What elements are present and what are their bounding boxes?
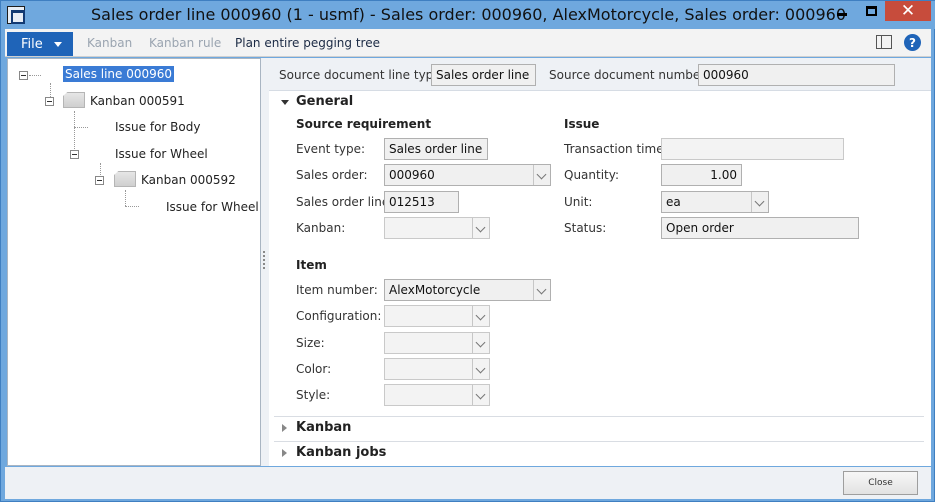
window-title: Sales order line 000960 (1 - usmf) - Sal… bbox=[90, 5, 846, 24]
unit-value: ea bbox=[666, 195, 681, 209]
status-field[interactable]: Open order bbox=[661, 217, 859, 239]
color-field[interactable] bbox=[384, 358, 490, 380]
kanban-icon bbox=[63, 92, 85, 108]
item-title: Item bbox=[296, 258, 327, 272]
action-pane: File Kanban Kanban rule Plan entire pegg… bbox=[5, 29, 931, 57]
close-icon: ✕ bbox=[900, 1, 916, 21]
section-general-header[interactable]: General bbox=[296, 94, 353, 109]
color-label: Color: bbox=[296, 362, 332, 376]
tree-collapse-icon[interactable] bbox=[70, 150, 79, 159]
tree-node-issue-for-wheel-leaf[interactable]: Issue for Wheel bbox=[166, 200, 259, 214]
chevron-down-icon[interactable] bbox=[472, 385, 489, 405]
quantity-label: Quantity: bbox=[564, 168, 620, 182]
style-field[interactable] bbox=[384, 384, 490, 406]
kanban-icon bbox=[114, 171, 136, 187]
chevron-down-icon bbox=[53, 41, 62, 47]
source-requirement-title: Source requirement bbox=[296, 117, 432, 131]
item-number-value: AlexMotorcycle bbox=[389, 283, 481, 297]
window-frame: Sales order line 000960 (1 - usmf) - Sal… bbox=[0, 0, 935, 502]
tree-connector bbox=[125, 190, 126, 206]
splitter-grip-icon[interactable] bbox=[263, 251, 265, 269]
line-type-field[interactable]: Sales order line bbox=[431, 64, 536, 86]
file-menu-label: File bbox=[21, 36, 43, 52]
header-strip: Source document line type: Sales order l… bbox=[269, 58, 931, 91]
section-divider bbox=[274, 416, 924, 417]
close-window-button[interactable]: ✕ bbox=[885, 1, 931, 21]
tree-collapse-icon[interactable] bbox=[45, 97, 54, 106]
close-button[interactable]: Close bbox=[843, 471, 918, 495]
section-kanban-jobs-header[interactable]: Kanban jobs bbox=[296, 445, 386, 460]
item-number-label: Item number: bbox=[296, 283, 378, 297]
kanban-button[interactable]: Kanban bbox=[87, 36, 132, 50]
kanban-label: Kanban: bbox=[296, 221, 346, 235]
chevron-down-icon[interactable] bbox=[533, 280, 550, 300]
tree-collapse-icon[interactable] bbox=[95, 176, 104, 185]
kanban-field[interactable] bbox=[384, 217, 490, 239]
expand-kanban-icon[interactable] bbox=[282, 424, 287, 432]
section-kanban-header[interactable]: Kanban bbox=[296, 420, 351, 435]
event-type-label: Event type: bbox=[296, 142, 366, 156]
sales-order-field[interactable]: 000960 bbox=[384, 164, 551, 186]
title-bar[interactable]: Sales order line 000960 (1 - usmf) - Sal… bbox=[1, 1, 935, 29]
unit-label: Unit: bbox=[564, 195, 593, 209]
sales-order-label: Sales order: bbox=[296, 168, 368, 182]
tree-node-issue-for-wheel[interactable]: Issue for Wheel bbox=[115, 147, 208, 161]
maximize-button[interactable] bbox=[857, 1, 885, 21]
file-menu-button[interactable]: File bbox=[7, 32, 73, 56]
status-label: Status: bbox=[564, 221, 607, 235]
event-type-field[interactable]: Sales order line bbox=[384, 138, 488, 160]
chevron-down-icon[interactable] bbox=[472, 306, 489, 326]
sales-order-value: 000960 bbox=[389, 168, 435, 182]
minimize-icon bbox=[837, 12, 847, 16]
tree-connector bbox=[125, 206, 139, 207]
tree-node-issue-for-body[interactable]: Issue for Body bbox=[115, 120, 200, 134]
doc-number-label: Source document number: bbox=[549, 68, 710, 82]
transaction-time-label: Transaction time: bbox=[564, 142, 668, 156]
panel-layout-icon[interactable] bbox=[876, 35, 892, 49]
plan-entire-pegging-tree-button[interactable]: Plan entire pegging tree bbox=[235, 36, 380, 50]
chevron-down-icon[interactable] bbox=[472, 333, 489, 353]
configuration-field[interactable] bbox=[384, 305, 490, 327]
minimize-button[interactable] bbox=[829, 1, 855, 21]
tree-node-sales-line[interactable]: Sales line 000960 bbox=[63, 66, 175, 82]
sales-order-line-field[interactable]: 012513 bbox=[384, 191, 459, 213]
configuration-label: Configuration: bbox=[296, 309, 382, 323]
tree-connector bbox=[74, 111, 75, 155]
quantity-field[interactable]: 1.00 bbox=[661, 164, 742, 186]
chevron-down-icon[interactable] bbox=[751, 192, 768, 212]
tree-collapse-icon[interactable] bbox=[19, 71, 28, 80]
footer-bar: Close bbox=[5, 467, 931, 499]
maximize-icon bbox=[865, 6, 877, 16]
kanban-rule-button[interactable]: Kanban rule bbox=[149, 36, 221, 50]
help-icon[interactable]: ? bbox=[904, 34, 921, 51]
chevron-down-icon[interactable] bbox=[533, 165, 550, 185]
collapse-general-icon[interactable] bbox=[281, 100, 289, 105]
pegging-tree[interactable]: Sales line 000960 Kanban 000591 Issue fo… bbox=[7, 58, 261, 466]
size-field[interactable] bbox=[384, 332, 490, 354]
style-label: Style: bbox=[296, 388, 331, 402]
sales-order-line-label: Sales order line: bbox=[296, 195, 394, 209]
chevron-down-icon[interactable] bbox=[472, 359, 489, 379]
issue-title: Issue bbox=[564, 117, 600, 131]
transaction-time-field[interactable] bbox=[661, 138, 844, 160]
size-label: Size: bbox=[296, 336, 325, 350]
expand-kanban-jobs-icon[interactable] bbox=[282, 449, 287, 457]
section-divider bbox=[274, 441, 924, 442]
line-type-label: Source document line type: bbox=[279, 68, 445, 82]
tree-connector bbox=[29, 75, 41, 76]
details-panel: Source document line type: Sales order l… bbox=[269, 58, 931, 466]
doc-number-field[interactable]: 000960 bbox=[698, 64, 895, 86]
tree-node-kanban-000592[interactable]: Kanban 000592 bbox=[141, 173, 236, 187]
tree-node-kanban-000591[interactable]: Kanban 000591 bbox=[90, 94, 185, 108]
unit-field[interactable]: ea bbox=[661, 191, 769, 213]
tree-connector bbox=[74, 127, 88, 128]
item-number-field[interactable]: AlexMotorcycle bbox=[384, 279, 551, 301]
chevron-down-icon[interactable] bbox=[472, 218, 489, 238]
